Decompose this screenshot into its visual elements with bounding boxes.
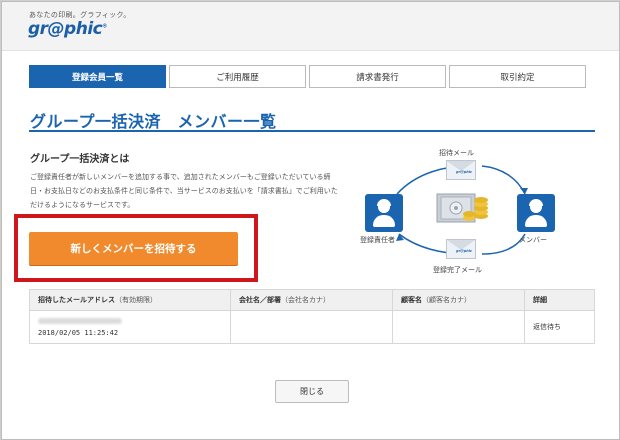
tab-trade-terms[interactable]: 取引約定 <box>449 65 586 88</box>
logo-text: gr@phic <box>28 19 103 39</box>
header: あなたの印刷。グラフィック。 gr@phic® <box>2 2 619 51</box>
section-heading: グループ一括決済とは <box>30 154 130 165</box>
invite-member-button[interactable]: 新しくメンバーを招待する <box>29 232 238 265</box>
invite-mail-label: 招待メール <box>439 149 474 157</box>
tab-member-list[interactable]: 登録会員一覧 <box>29 65 166 88</box>
registered-mark: ® <box>102 23 107 30</box>
table-row: 2018/02/05 11:25:42 返信待ち <box>29 310 595 344</box>
redacted-email <box>38 318 122 324</box>
person-icon <box>365 194 403 232</box>
col-email: 招待したメールアドレス（有効期限） <box>29 289 231 311</box>
envelope-icon: gr@phic <box>446 160 476 180</box>
col-detail: 詳細 <box>524 289 595 311</box>
main-window: あなたの印刷。グラフィック。 gr@phic® 登録会員一覧 ご利用履歴 請求書… <box>1 1 620 440</box>
envelope-logo: gr@phic <box>456 249 473 253</box>
member-label: メンバー <box>519 236 547 244</box>
title-divider <box>29 130 595 132</box>
close-button[interactable]: 閉じる <box>275 380 349 403</box>
col-customer: 顧客名（顧客名カナ） <box>392 289 525 311</box>
page-title: グループ一括決済 メンバー一覧 <box>30 112 277 131</box>
completion-mail-label: 登録完了メール <box>433 266 482 274</box>
members-table: 招待したメールアドレス（有効期限） 会社名／部署（会社名カナ） 顧客名（顧客名カ… <box>29 289 595 344</box>
table-header-row: 招待したメールアドレス（有効期限） 会社名／部署（会社名カナ） 顧客名（顧客名カ… <box>29 289 595 311</box>
expiry-date: 2018/02/05 11:25:42 <box>38 329 119 337</box>
col-company: 会社名／部署（会社名カナ） <box>230 289 393 311</box>
flow-diagram: 招待メール gr@phic gr@phic 登録完了メール 登録責任者 メンバー <box>357 142 567 277</box>
status-cell[interactable]: 返信待ち <box>524 310 595 344</box>
person-icon <box>517 194 555 232</box>
envelope-icon: gr@phic <box>446 239 476 259</box>
logo[interactable]: gr@phic® <box>28 19 107 39</box>
envelope-logo: gr@phic <box>456 170 473 174</box>
customer-cell <box>392 310 525 344</box>
tab-usage-history[interactable]: ご利用履歴 <box>169 65 306 88</box>
company-cell <box>230 310 393 344</box>
tab-invoice[interactable]: 請求書発行 <box>309 65 446 88</box>
email-cell: 2018/02/05 11:25:42 <box>29 310 231 344</box>
registrant-label: 登録責任者 <box>360 236 395 244</box>
section-description: ご登録責任者が新しいメンバーを追加する事で、追加されたメンバーもご登録いただいて… <box>30 173 338 209</box>
